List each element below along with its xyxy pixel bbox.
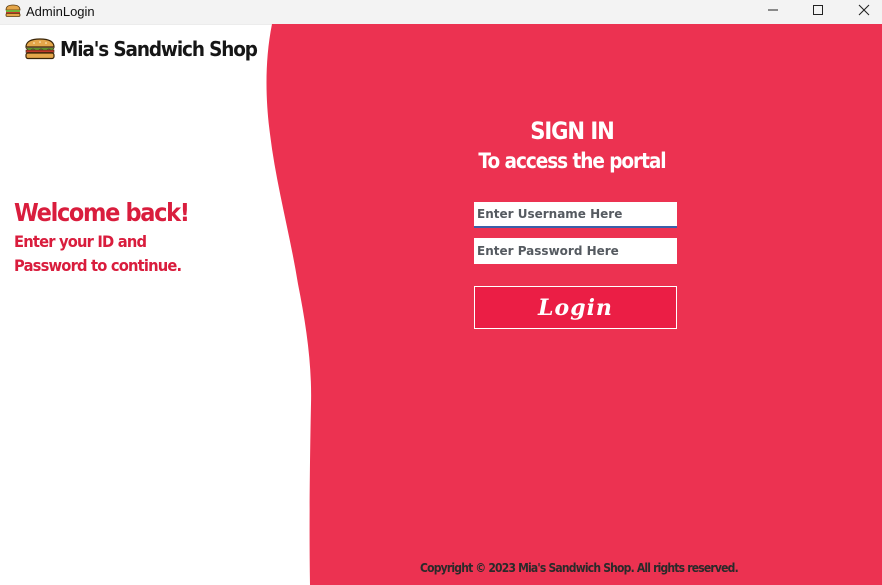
login-content: Mia's Sandwich Shop Welcome back! Enter … xyxy=(0,24,882,585)
login-button-label: Login xyxy=(538,294,613,321)
signin-subtitle: To access the portal xyxy=(478,149,666,173)
welcome-subtitle: Enter your ID and Password to continue. xyxy=(14,230,216,278)
login-button[interactable]: Login xyxy=(474,286,677,329)
close-icon xyxy=(858,4,870,16)
welcome-subtitle-line2: Password to continue. xyxy=(14,256,182,275)
close-button[interactable] xyxy=(841,0,882,20)
minimize-button[interactable] xyxy=(750,0,796,20)
password-input[interactable] xyxy=(474,238,677,264)
accent-background-shape xyxy=(266,24,882,585)
sandwich-icon xyxy=(25,38,55,60)
brand: Mia's Sandwich Shop xyxy=(24,37,274,61)
copyright-text: Copyright © 2023 Mia's Sandwich Shop. Al… xyxy=(420,561,739,575)
maximize-button[interactable] xyxy=(795,0,841,20)
welcome-subtitle-line1: Enter your ID and xyxy=(14,232,147,251)
maximize-icon xyxy=(813,5,823,15)
minimize-icon xyxy=(768,9,778,11)
signin-title: SIGN IN xyxy=(530,117,615,145)
brand-name: Mia's Sandwich Shop xyxy=(60,37,258,61)
title-bar[interactable]: AdminLogin xyxy=(0,0,882,25)
admin-login-window: AdminLogin Mia's Sandwich Shop Welcome b… xyxy=(0,0,882,585)
welcome-title: Welcome back! xyxy=(14,198,190,227)
window-title: AdminLogin xyxy=(26,4,95,19)
sandwich-icon xyxy=(5,4,21,17)
username-input[interactable] xyxy=(474,202,677,228)
